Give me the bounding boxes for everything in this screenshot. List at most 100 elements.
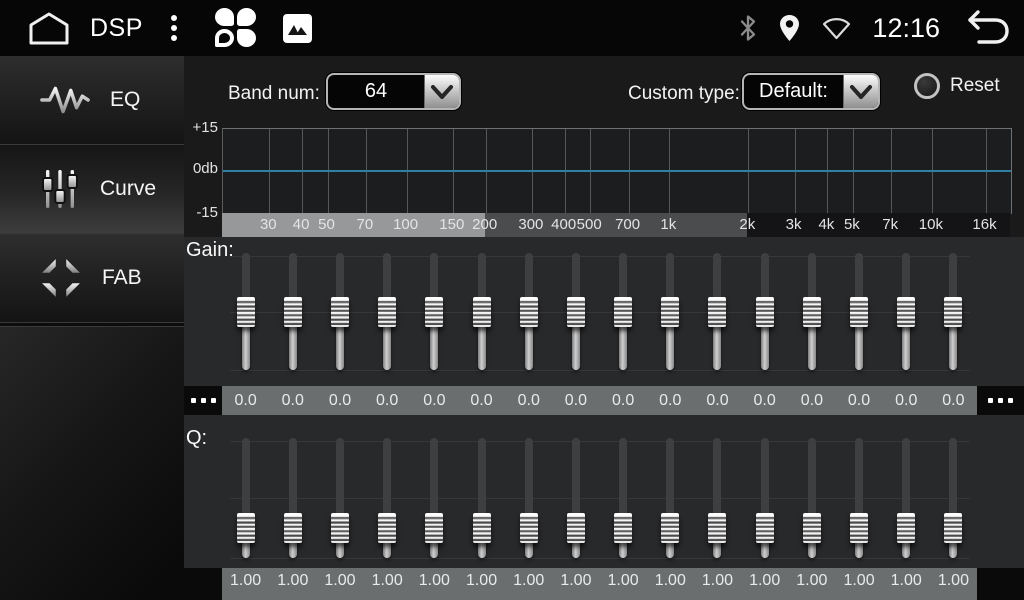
gain-slider-13[interactable] [788, 246, 835, 382]
q-slider-7[interactable] [505, 436, 552, 566]
q-slider-thumb-4[interactable] [378, 513, 396, 543]
q-slider-3[interactable] [316, 436, 363, 566]
gain-slider-thumb-12[interactable] [756, 297, 774, 327]
gain-value: 0.0 [552, 386, 599, 415]
gain-slider-8[interactable] [552, 246, 599, 382]
q-slider-thumb-11[interactable] [708, 513, 726, 543]
q-slider-thumb-3[interactable] [331, 513, 349, 543]
sidebar-item-eq[interactable]: EQ [0, 56, 184, 145]
gain-more-left-button[interactable] [184, 386, 222, 415]
q-slider-10[interactable] [647, 436, 694, 566]
q-slider-4[interactable] [364, 436, 411, 566]
freq-tick-label: 7k [882, 213, 898, 237]
sidebar-item-curve[interactable]: Curve [0, 145, 184, 234]
q-slider-thumb-2[interactable] [284, 513, 302, 543]
gain-slider-thumb-2[interactable] [284, 297, 302, 327]
custom-type-dropdown[interactable]: Default: [742, 73, 880, 110]
q-slider-2[interactable] [269, 436, 316, 566]
gain-slider-2[interactable] [269, 246, 316, 382]
gain-slider-thumb-16[interactable] [944, 297, 962, 327]
q-slider-thumb-13[interactable] [803, 513, 821, 543]
reset-button[interactable]: Reset [914, 73, 1000, 99]
freq-tick-label: 3k [786, 213, 802, 237]
q-slider-14[interactable] [835, 436, 882, 566]
db-max-label: +15 [184, 120, 218, 135]
dsp-screen: DSP 12:16 [0, 0, 1024, 600]
gain-slider-1[interactable] [222, 246, 269, 382]
gain-slider-thumb-9[interactable] [614, 297, 632, 327]
q-slider-thumb-16[interactable] [944, 513, 962, 543]
gain-slider-thumb-11[interactable] [708, 297, 726, 327]
q-value: 1.00 [788, 568, 835, 600]
q-slider-thumb-12[interactable] [756, 513, 774, 543]
clover-apps-icon[interactable] [215, 8, 257, 48]
chevron-down-icon[interactable] [424, 75, 459, 108]
gain-slider-thumb-14[interactable] [850, 297, 868, 327]
gain-slider-11[interactable] [694, 246, 741, 382]
back-icon[interactable] [960, 8, 1012, 48]
gain-slider-thumb-4[interactable] [378, 297, 396, 327]
q-slider-thumb-9[interactable] [614, 513, 632, 543]
gain-slider-thumb-7[interactable] [520, 297, 538, 327]
gain-slider-6[interactable] [458, 246, 505, 382]
sidebar-item-label: Curve [100, 177, 156, 201]
chevron-down-icon[interactable] [843, 75, 878, 108]
q-slider-5[interactable] [411, 436, 458, 566]
q-slider-11[interactable] [694, 436, 741, 566]
gain-slider-thumb-13[interactable] [803, 297, 821, 327]
freq-tick-label: 70 [357, 213, 374, 237]
q-slider-1[interactable] [222, 436, 269, 566]
freq-tick-label: 700 [615, 213, 640, 237]
q-slider-9[interactable] [600, 436, 647, 566]
gain-slider-thumb-3[interactable] [331, 297, 349, 327]
home-icon[interactable] [26, 10, 72, 46]
q-slider-thumb-1[interactable] [237, 513, 255, 543]
gain-slider-10[interactable] [647, 246, 694, 382]
reset-label: Reset [950, 75, 1000, 97]
db-zero-label: 0db [184, 161, 218, 176]
gain-slider-5[interactable] [411, 246, 458, 382]
gain-slider-thumb-5[interactable] [425, 297, 443, 327]
q-slider-thumb-8[interactable] [567, 513, 585, 543]
top-bar: DSP 12:16 [0, 0, 1024, 57]
q-slider-16[interactable] [930, 436, 977, 566]
freq-tick-label: 2k [739, 213, 755, 237]
gain-slider-4[interactable] [364, 246, 411, 382]
q-slider-6[interactable] [458, 436, 505, 566]
gallery-icon[interactable] [283, 14, 312, 43]
q-slider-thumb-6[interactable] [473, 513, 491, 543]
q-slider-thumb-5[interactable] [425, 513, 443, 543]
q-slider-15[interactable] [883, 436, 930, 566]
gain-slider-thumb-1[interactable] [237, 297, 255, 327]
q-slider-thumb-15[interactable] [897, 513, 915, 543]
kebab-menu-icon[interactable] [167, 11, 181, 45]
q-slider-thumb-14[interactable] [850, 513, 868, 543]
q-slider-13[interactable] [788, 436, 835, 566]
gain-value: 0.0 [505, 386, 552, 415]
freq-tick-label: 500 [577, 213, 602, 237]
gain-slider-thumb-15[interactable] [897, 297, 915, 327]
gain-slider-7[interactable] [505, 246, 552, 382]
q-slider-thumb-7[interactable] [520, 513, 538, 543]
eq-curve-plot [222, 128, 1012, 214]
gain-more-right-button[interactable] [977, 386, 1024, 415]
gain-slider-3[interactable] [316, 246, 363, 382]
q-slider-8[interactable] [552, 436, 599, 566]
gain-slider-thumb-10[interactable] [661, 297, 679, 327]
gain-slider-thumb-8[interactable] [567, 297, 585, 327]
q-slider-12[interactable] [741, 436, 788, 566]
gain-slider-14[interactable] [835, 246, 882, 382]
gain-slider-9[interactable] [600, 246, 647, 382]
gain-slider-12[interactable] [741, 246, 788, 382]
q-value: 1.00 [883, 568, 930, 600]
band-num-dropdown[interactable]: 64 [326, 73, 461, 110]
sidebar-item-fab[interactable]: FAB [0, 234, 184, 323]
gain-value: 0.0 [930, 386, 977, 415]
gain-slider-15[interactable] [883, 246, 930, 382]
wifi-icon [821, 16, 852, 41]
q-slider-thumb-10[interactable] [661, 513, 679, 543]
band-num-label: Band num: [228, 83, 320, 105]
gain-slider-thumb-6[interactable] [473, 297, 491, 327]
freq-tick-label: 200 [472, 213, 497, 237]
gain-slider-16[interactable] [930, 246, 977, 382]
